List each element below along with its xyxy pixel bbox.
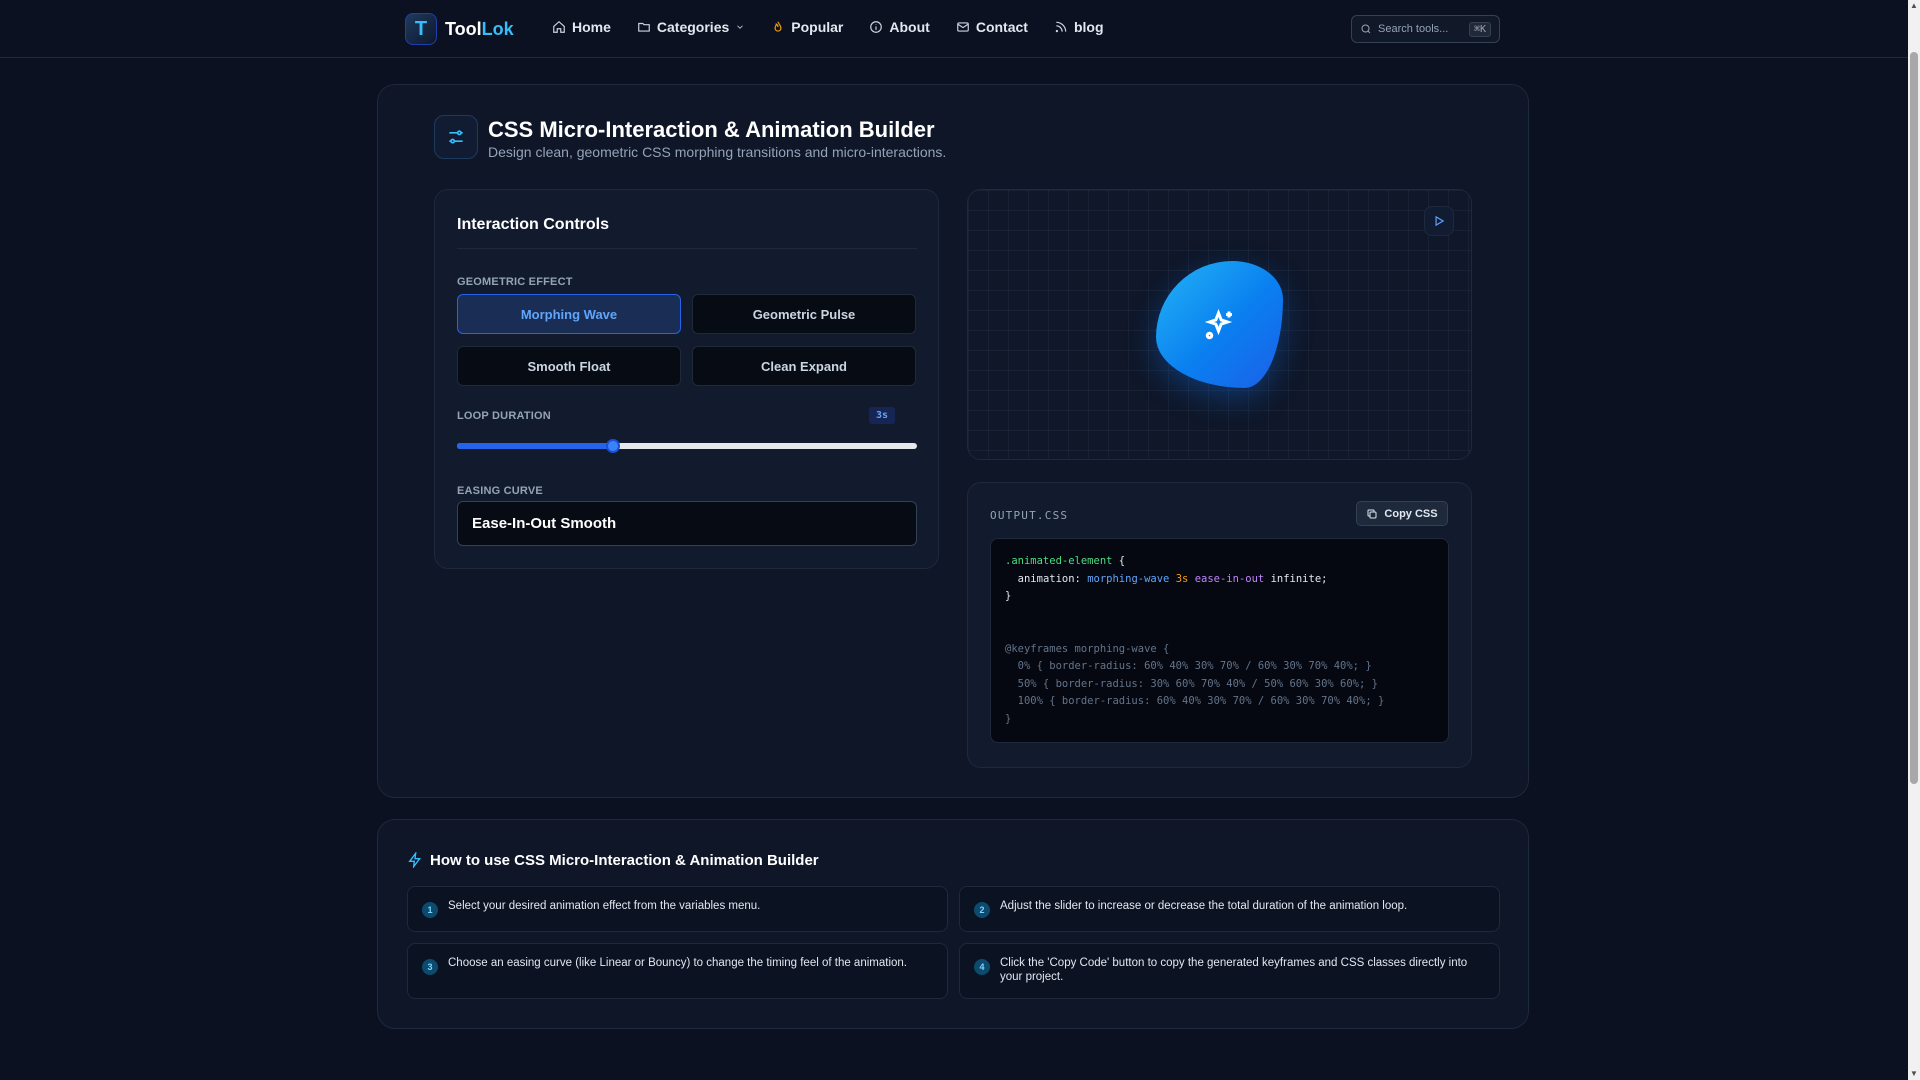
nav-blog-label: blog <box>1073 19 1104 35</box>
copy-css-label: Copy CSS <box>1384 507 1438 520</box>
nav-popular-label: Popular <box>791 19 844 35</box>
nav-about[interactable]: About <box>869 19 930 35</box>
tool-card: CSS Micro-Interaction & Animation Builde… <box>377 84 1529 798</box>
animation-preview-panel <box>967 189 1472 460</box>
duration-slider[interactable] <box>457 439 917 453</box>
animated-element-preview <box>1156 261 1283 388</box>
step-number: 2 <box>974 902 990 918</box>
output-css-panel: OUTPUT.CSS Copy CSS .animated-element { … <box>967 482 1472 768</box>
code-line: } <box>1005 590 1012 602</box>
step-number: 1 <box>422 902 438 918</box>
rss-icon <box>1055 21 1067 33</box>
main-nav: Home Categories Popular About Contact bl… <box>552 19 1104 35</box>
nav-popular[interactable]: Popular <box>771 19 843 35</box>
sparkles-icon <box>1204 308 1232 339</box>
step-text: Select your desired animation effect fro… <box>448 900 761 912</box>
easing-select[interactable]: Ease-In-Out Smooth <box>457 501 917 546</box>
effect-smooth-float-button[interactable]: Smooth Float <box>457 346 681 386</box>
effect-morphing-wave-button[interactable]: Morphing Wave <box>457 294 681 334</box>
logo-mark: T <box>405 13 437 45</box>
duration-label: LOOP DURATION <box>457 410 551 422</box>
copy-icon <box>1367 509 1377 518</box>
duration-slider-fill <box>457 443 614 449</box>
step-text: Choose an easing curve (like Linear or B… <box>448 957 907 969</box>
code-line: .animated-element { <box>1005 555 1126 567</box>
nav-contact[interactable]: Contact <box>956 19 1028 35</box>
flame-icon <box>774 21 782 32</box>
duration-slider-thumb[interactable] <box>606 439 621 453</box>
code-block: .animated-element { animation: morphing-… <box>990 538 1449 743</box>
interaction-controls-panel: Interaction Controls GEOMETRIC EFFECT Mo… <box>434 189 939 569</box>
scroll-down-arrow[interactable]: ▼ <box>1910 1069 1918 1079</box>
page-scrollbar[interactable]: ▲ ▼ <box>1908 0 1920 1080</box>
step-number: 4 <box>974 959 990 975</box>
code-line: 100% { border-radius: 60% 40% 30% 70% / … <box>1005 695 1385 707</box>
duration-value-badge: 3s <box>869 407 895 424</box>
nav-contact-label: Contact <box>975 19 1028 35</box>
how-to-step: 3 Choose an easing curve (like Linear or… <box>407 943 948 999</box>
home-icon <box>553 20 565 33</box>
effect-geometric-pulse-button[interactable]: Geometric Pulse <box>692 294 916 334</box>
controls-title: Interaction Controls <box>457 216 610 233</box>
step-text: Click the 'Copy Code' button to copy the… <box>1000 957 1468 983</box>
page-title: CSS Micro-Interaction & Animation Builde… <box>488 117 935 142</box>
search-input[interactable]: Search tools... ⌘K <box>1351 15 1500 43</box>
nav-categories-label: Categories <box>656 19 730 35</box>
how-to-step: 2 Adjust the slider to increase or decre… <box>959 886 1500 932</box>
code-line: 0% { border-radius: 60% 40% 30% 70% / 60… <box>1005 660 1372 672</box>
code-line: 50% { border-radius: 30% 60% 70% 40% / 5… <box>1005 677 1378 690</box>
easing-label: EASING CURVE <box>457 485 543 497</box>
logo[interactable]: T ToolLok <box>405 13 514 45</box>
nav-home[interactable]: Home <box>552 19 611 35</box>
top-navigation-bar: T ToolLok Home Categories Popular About … <box>0 0 1908 58</box>
scrollbar-thumb[interactable] <box>1910 52 1918 784</box>
search-shortcut: ⌘K <box>1468 21 1491 37</box>
step-number: 3 <box>422 959 438 975</box>
chevron-down-icon <box>737 25 744 29</box>
search-icon <box>1361 24 1371 34</box>
sliders-icon <box>434 115 478 159</box>
folder-icon <box>638 22 650 32</box>
how-to-step: 1 Select your desired animation effect f… <box>407 886 948 932</box>
scroll-up-arrow[interactable]: ▲ <box>1910 1 1918 11</box>
code-line: @keyframes morphing-wave { <box>1005 642 1170 655</box>
effect-label: GEOMETRIC EFFECT <box>457 276 573 288</box>
nav-blog[interactable]: blog <box>1054 19 1104 35</box>
search-placeholder: Search tools... <box>1378 23 1449 35</box>
lightning-icon <box>407 850 423 870</box>
play-icon <box>1435 215 1445 227</box>
mail-icon <box>956 22 969 32</box>
how-to-title: How to use CSS Micro-Interaction & Anima… <box>430 852 819 869</box>
nav-categories[interactable]: Categories <box>637 19 745 35</box>
step-text: Adjust the slider to increase or decreas… <box>1000 900 1408 912</box>
nav-about-label: About <box>889 19 930 35</box>
copy-css-button[interactable]: Copy CSS <box>1356 501 1448 526</box>
effect-clean-expand-button[interactable]: Clean Expand <box>692 346 916 386</box>
page-subtitle: Design clean, geometric CSS morphing tra… <box>488 144 947 160</box>
code-line: animation: morphing-wave 3s ease-in-out … <box>1017 572 1328 585</box>
how-to-step: 4 Click the 'Copy Code' button to copy t… <box>959 943 1500 999</box>
brand-name: ToolLok <box>445 18 514 39</box>
nav-home-label: Home <box>572 19 611 35</box>
how-to-use-section: How to use CSS Micro-Interaction & Anima… <box>377 819 1529 1029</box>
output-filename: OUTPUT.CSS <box>990 509 1069 522</box>
play-button[interactable] <box>1424 206 1454 236</box>
divider <box>457 248 917 249</box>
code-line: } <box>1005 712 1012 725</box>
info-icon <box>870 21 883 33</box>
